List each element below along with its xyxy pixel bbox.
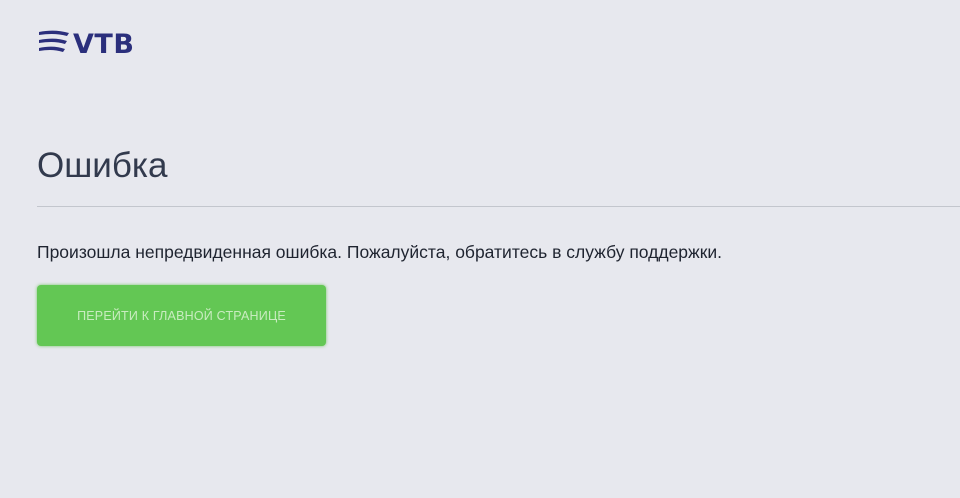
title-divider	[37, 206, 960, 207]
vtb-logo[interactable]: VTB	[37, 22, 134, 62]
page-title: Ошибка	[37, 146, 168, 185]
go-home-button[interactable]: Перейти к главной странице	[37, 285, 326, 346]
error-message: Произошла непредвиденная ошибка. Пожалуй…	[37, 242, 723, 262]
vtb-sail-logo-icon	[37, 29, 71, 55]
vtb-logo-text: VTB	[73, 29, 135, 60]
error-page: VTB Ошибка Произошла непредвиденная ошиб…	[0, 0, 960, 498]
